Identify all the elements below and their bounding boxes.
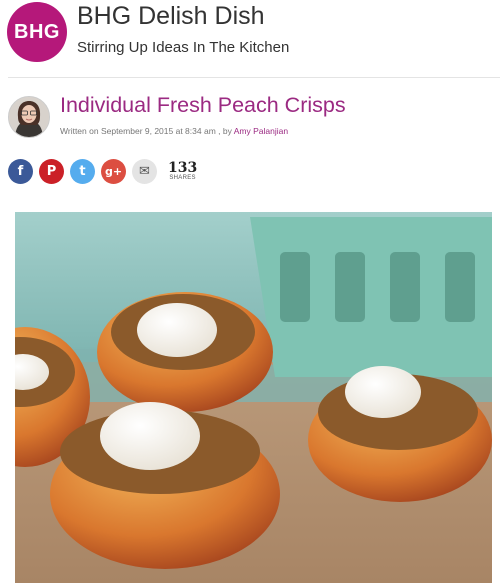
post-meta: Written on September 9, 2015 at 8:34 am … [60, 126, 288, 136]
header-divider [8, 77, 500, 78]
share-bar: f P t g+ ✉ 133 SHARES [8, 158, 197, 184]
site-tagline: Stirring Up Ideas In The Kitchen [77, 39, 290, 56]
bhg-logo[interactable]: BHG [7, 2, 67, 62]
share-count-label: SHARES [169, 175, 196, 181]
share-count: 133 SHARES [168, 161, 197, 181]
post-date: Written on September 9, 2015 at 8:34 am … [60, 126, 234, 136]
site-title[interactable]: BHG Delish Dish [77, 2, 265, 31]
photo-illustration [15, 212, 492, 583]
site-header: BHG BHG Delish Dish Stirring Up Ideas In… [0, 0, 500, 78]
facebook-icon[interactable]: f [8, 158, 33, 184]
author-link[interactable]: Amy Palanjian [234, 126, 288, 136]
post-title[interactable]: Individual Fresh Peach Crisps [60, 93, 346, 118]
email-icon[interactable]: ✉ [132, 158, 157, 184]
pinterest-icon[interactable]: P [39, 158, 64, 184]
avatar-image [9, 97, 49, 137]
google-plus-icon[interactable]: g+ [101, 158, 126, 184]
twitter-icon[interactable]: t [70, 158, 95, 184]
share-count-number: 133 [168, 160, 198, 176]
author-avatar[interactable] [8, 96, 50, 138]
peach-crisps-photo [15, 212, 492, 583]
